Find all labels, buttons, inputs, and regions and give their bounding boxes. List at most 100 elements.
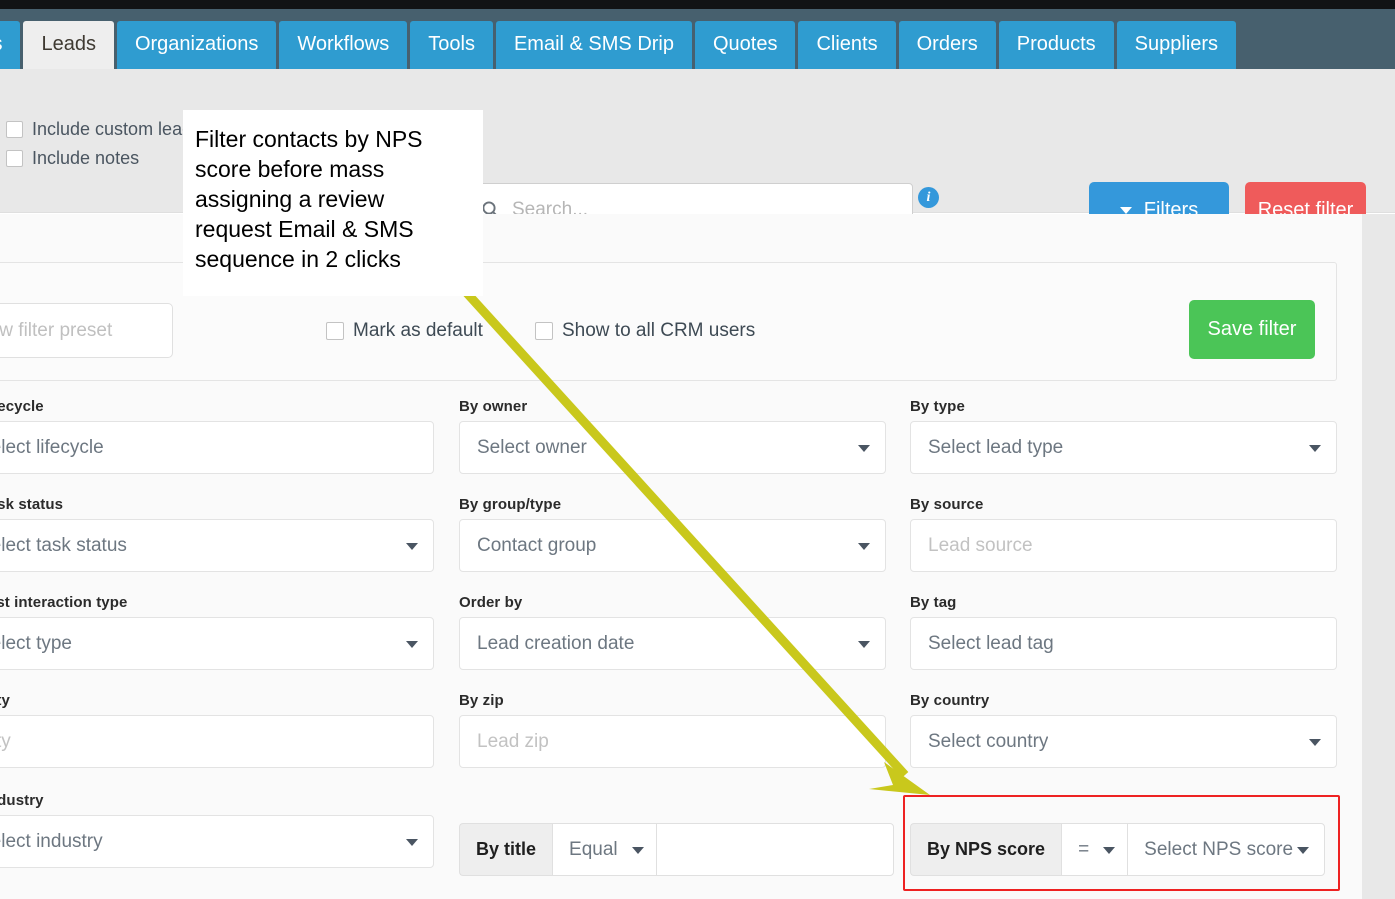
nav-tab-suppliers[interactable]: Suppliers [1116, 21, 1237, 69]
filter-label: By lifecycle [0, 398, 44, 415]
filter-field-by-country: By country Select country [910, 692, 1337, 768]
show-to-all-crm-users-row[interactable]: Show to all CRM users [535, 319, 755, 343]
lead-source-placeholder: Lead source [928, 534, 1033, 556]
chevron-down-icon [631, 846, 644, 854]
filter-label: By group/type [459, 496, 562, 513]
mark-as-default-label: Mark as default [353, 320, 483, 341]
save-filter-button[interactable]: Save filter [1189, 300, 1315, 359]
info-icon[interactable]: i [918, 187, 939, 208]
by-nps-score-operator-select[interactable]: = [1061, 823, 1128, 876]
nav-tab-label: Orders [916, 33, 978, 55]
chevron-down-icon [406, 838, 418, 846]
industry-select-value: Select industry [0, 830, 103, 852]
filter-bottom-row: By industry Select industry By title Equ… [0, 792, 1362, 899]
filter-row: By city City By zip Lead zip By country … [0, 692, 1362, 790]
filter-field-order-by: Order by Lead creation date [459, 594, 886, 670]
lead-type-select-value: Select lead type [928, 436, 1064, 458]
filter-field-by-group-type: By group/type Contact group [459, 496, 886, 572]
nav-tab-products[interactable]: Products [998, 21, 1114, 69]
by-nps-score-addon-label: By NPS score [910, 823, 1062, 876]
nav-tab-email-sms-drip[interactable]: Email & SMS Drip [495, 21, 692, 69]
nav-tab-reports[interactable]: ports [0, 21, 21, 69]
chevron-down-icon [1309, 444, 1321, 452]
filter-preset-name-input[interactable] [0, 303, 173, 358]
lead-tag-select[interactable]: Select lead tag [910, 617, 1337, 670]
zip-input[interactable]: Lead zip [459, 715, 886, 768]
include-custom-fields-checkbox[interactable] [6, 121, 23, 138]
owner-select-value: Select owner [477, 436, 587, 458]
nav-tab-clients[interactable]: Clients [798, 21, 896, 69]
include-notes-checkbox[interactable] [6, 150, 23, 167]
filter-label: By task status [0, 496, 64, 513]
nav-tab-list: ports Leads Organizations Workflows Tool… [0, 21, 1239, 69]
page-right-gutter [1362, 214, 1395, 899]
filter-field-by-task-status: By task status Select task status [0, 496, 434, 572]
filter-label: By zip [459, 692, 504, 709]
lead-source-input[interactable]: Lead source [910, 519, 1337, 572]
by-title-value-input[interactable] [655, 823, 894, 876]
chevron-down-icon [858, 444, 870, 452]
chevron-down-icon [1309, 738, 1321, 746]
filter-label: By industry [0, 792, 44, 809]
lead-tag-select-value: Select lead tag [928, 632, 1054, 654]
mark-as-default-checkbox[interactable] [326, 322, 344, 340]
filter-label: By source [910, 496, 984, 513]
task-status-select[interactable]: Select task status [0, 519, 434, 572]
nav-tab-label: Organizations [134, 33, 259, 55]
lead-type-select[interactable]: Select lead type [910, 421, 1337, 474]
include-notes-label: Include notes [32, 148, 140, 168]
filter-field-by-industry: By industry Select industry [0, 792, 434, 868]
industry-select[interactable]: Select industry [0, 815, 434, 868]
nav-tab-label: Suppliers [1134, 33, 1219, 55]
nav-tab-label: ports [0, 33, 2, 55]
filter-label: By tag [910, 594, 957, 611]
filter-row: By last interaction type Select type Ord… [0, 594, 1362, 692]
lifecycle-select[interactable]: Select lifecycle [0, 421, 434, 474]
nav-tab-label: Email & SMS Drip [513, 33, 674, 55]
by-title-filter-group: By title Equal [459, 823, 894, 876]
nav-tab-leads[interactable]: Leads [23, 21, 114, 69]
nav-tab-label: Clients [816, 33, 878, 55]
order-by-select[interactable]: Lead creation date [459, 617, 886, 670]
chevron-down-icon [1297, 846, 1310, 854]
city-input[interactable]: City [0, 715, 434, 768]
filter-row: By task status Select task status By gro… [0, 496, 1362, 594]
filter-field-grid: By lifecycle Select lifecycle By owner S… [0, 398, 1362, 790]
nav-tab-label: Workflows [297, 33, 390, 55]
contact-group-select[interactable]: Contact group [459, 519, 886, 572]
lifecycle-select-value: Select lifecycle [0, 436, 104, 458]
zip-placeholder: Lead zip [477, 730, 549, 752]
filter-label: Order by [459, 594, 523, 611]
show-to-all-crm-users-checkbox[interactable] [535, 322, 553, 340]
by-nps-score-value-select[interactable]: Select NPS score [1127, 823, 1326, 876]
country-select-value: Select country [928, 730, 1049, 752]
filter-field-by-lifecycle: By lifecycle Select lifecycle [0, 398, 434, 474]
chevron-down-icon [406, 640, 418, 648]
nav-tab-label: Products [1016, 33, 1096, 55]
nav-tab-tools[interactable]: Tools [410, 21, 493, 69]
nav-tab-orders[interactable]: Orders [898, 21, 996, 69]
filter-label: By owner [459, 398, 528, 415]
nav-tab-label: Tools [428, 33, 475, 55]
country-select[interactable]: Select country [910, 715, 1337, 768]
chevron-down-icon [1103, 846, 1116, 854]
info-icon-glyph: i [926, 189, 931, 205]
nav-tab-organizations[interactable]: Organizations [116, 21, 277, 69]
filter-field-by-owner: By owner Select owner [459, 398, 886, 474]
mark-as-default-row[interactable]: Mark as default [326, 319, 483, 343]
by-nps-score-filter-group: By NPS score = Select NPS score [910, 823, 1326, 876]
filter-label: By type [910, 398, 965, 415]
nav-tab-workflows[interactable]: Workflows [279, 21, 408, 69]
by-nps-score-operator-value: = [1078, 838, 1090, 860]
by-title-operator-select[interactable]: Equal [552, 823, 656, 876]
filter-field-by-type: By type Select lead type [910, 398, 1337, 474]
nav-tab-quotes[interactable]: Quotes [694, 21, 796, 69]
last-interaction-type-select[interactable]: Select type [0, 617, 434, 670]
filter-field-by-city: By city City [0, 692, 434, 768]
main-nav-bar: ports Leads Organizations Workflows Tool… [0, 9, 1395, 69]
by-nps-score-value: Select NPS score [1144, 838, 1294, 860]
chevron-down-icon [858, 542, 870, 550]
owner-select[interactable]: Select owner [459, 421, 886, 474]
show-to-all-crm-users-label: Show to all CRM users [562, 320, 756, 341]
chevron-down-icon [858, 640, 870, 648]
